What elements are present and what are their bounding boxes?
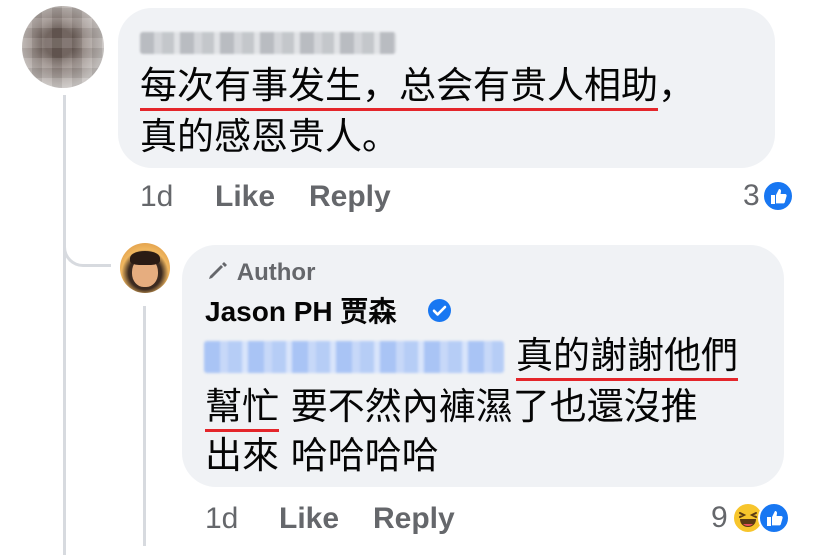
author-avatar[interactable]	[120, 243, 170, 293]
reply-text-line-2: 幫忙 要不然內褲濕了也還沒推	[205, 384, 698, 432]
thread-line	[63, 95, 66, 555]
author-name[interactable]: Jason PH 贾森	[205, 294, 396, 330]
comment-highlight: 每次有事发生，总会有贵人相助	[140, 64, 658, 111]
author-badge: Author	[205, 258, 315, 288]
comment-timestamp[interactable]: 1d	[140, 179, 173, 215]
pencil-icon	[209, 262, 227, 279]
commenter-avatar[interactable]	[22, 6, 104, 88]
like-button[interactable]: Like	[215, 179, 275, 215]
avatar-hair	[130, 251, 160, 265]
reply-button[interactable]: Reply	[309, 179, 391, 215]
reply-highlight-1: 真的謝謝他們	[516, 334, 738, 381]
like-icon	[757, 502, 790, 534]
reaction-summary[interactable]: 3	[743, 179, 794, 213]
reply-reply-button[interactable]: Reply	[373, 501, 455, 537]
reply-timestamp[interactable]: 1d	[205, 501, 238, 537]
reply-reaction-count: 9	[711, 501, 728, 534]
reaction-count: 3	[743, 179, 760, 212]
reply-reaction-summary[interactable]: 9	[711, 501, 790, 535]
thread-connector	[63, 215, 111, 267]
comment-text-line-2: 真的感恩贵人。	[140, 115, 399, 158]
commenter-name-redacted[interactable]	[140, 32, 396, 54]
verified-badge-icon	[428, 299, 451, 322]
tagged-user-redacted[interactable]	[204, 341, 504, 373]
reply-like-button[interactable]: Like	[279, 501, 339, 537]
like-icon	[761, 180, 794, 212]
reply-text-line-3: 出來 哈哈哈哈	[205, 434, 439, 477]
reply-text-line-1: 真的謝謝他們	[516, 333, 738, 381]
reply-highlight-2: 幫忙	[205, 385, 279, 432]
comment-text-line-1: 每次有事发生，总会有贵人相助，	[140, 63, 695, 111]
reply-thread-line	[143, 306, 146, 546]
